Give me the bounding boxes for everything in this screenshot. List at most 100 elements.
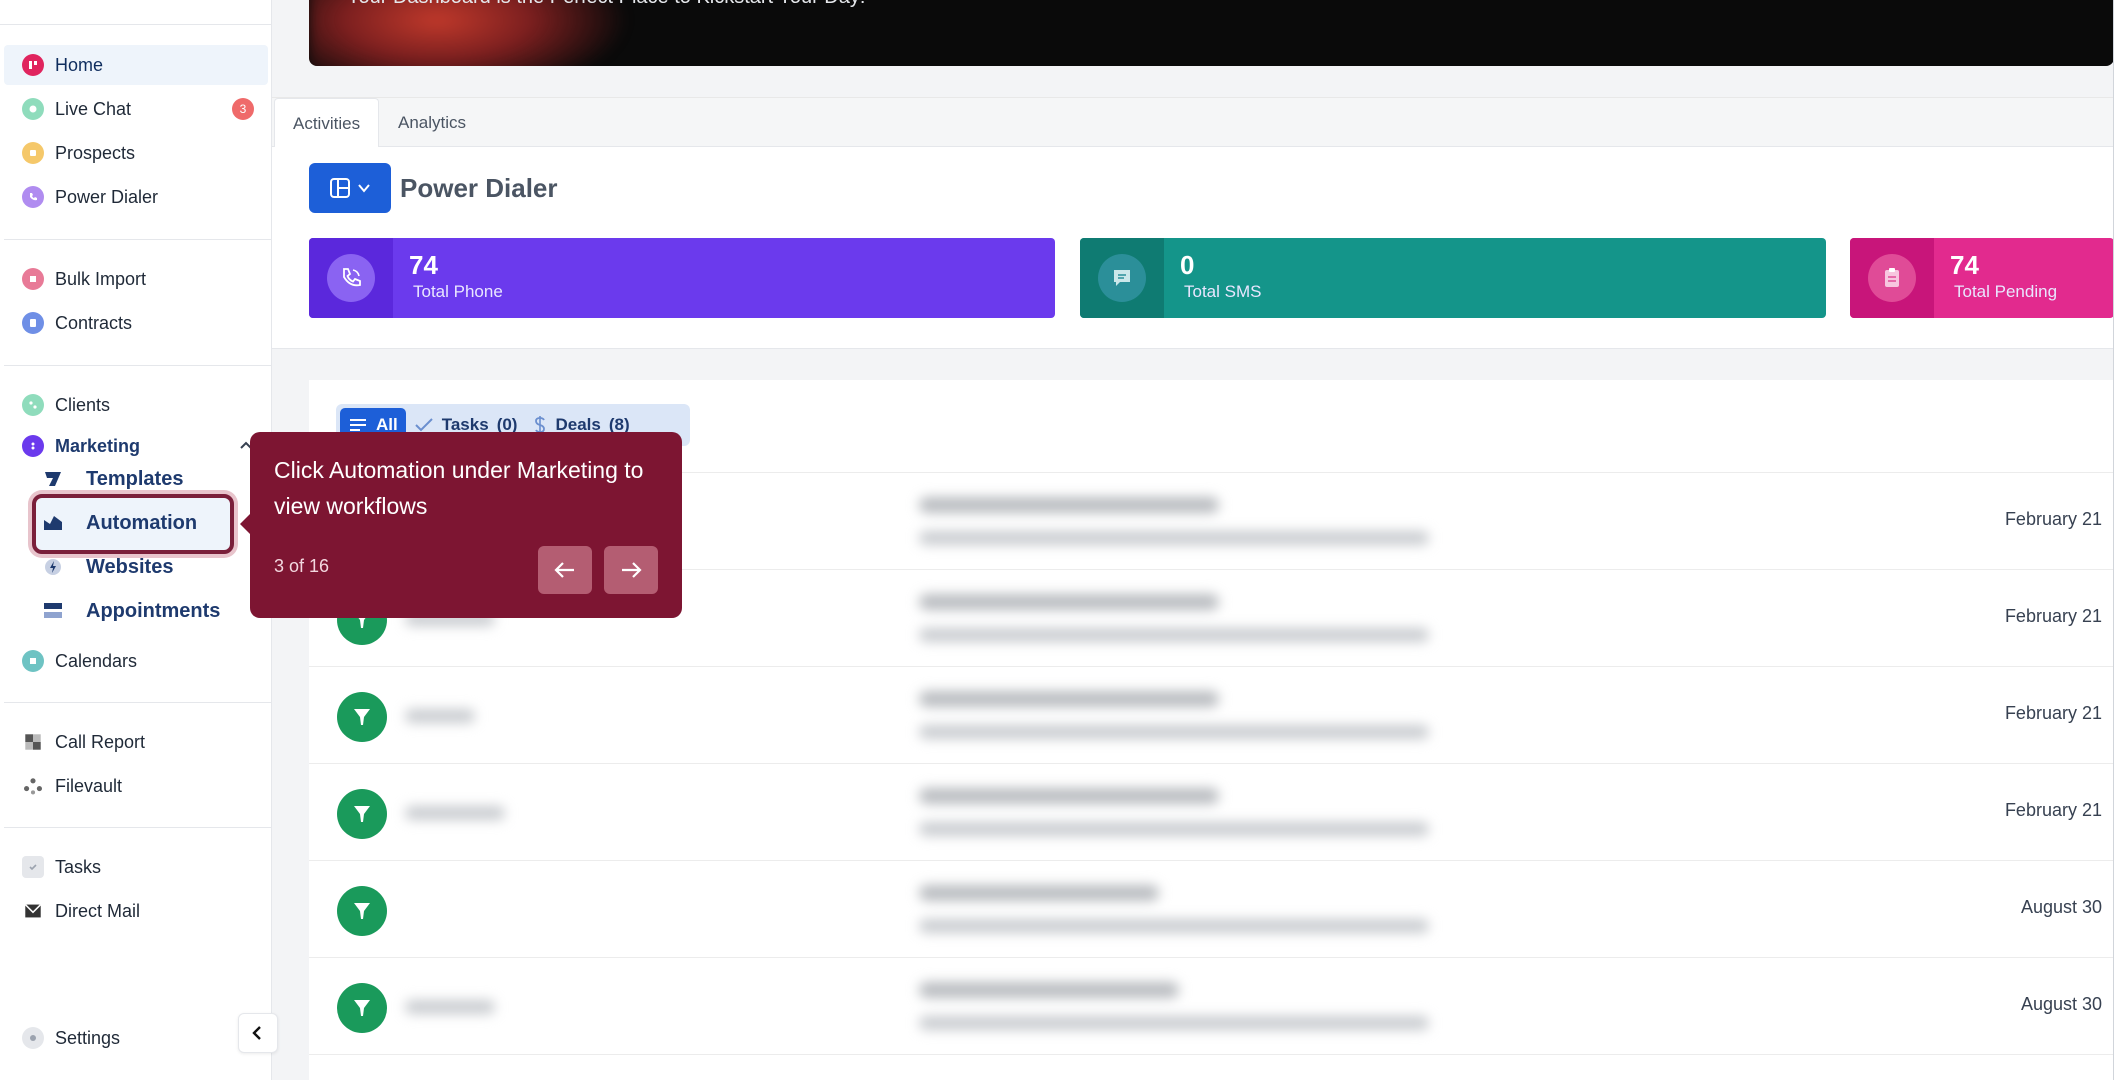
sidebar-item-label: Direct Mail — [55, 900, 141, 921]
sidebar-divider — [4, 365, 272, 366]
sms-icon — [1098, 254, 1146, 302]
sidebar-item-label: Call Report — [55, 731, 146, 752]
activity-date: February 21 — [2004, 606, 2102, 626]
blurred-activity-title — [919, 982, 1179, 998]
activity-avatar — [337, 886, 387, 936]
marketing-icon — [22, 435, 44, 457]
sidebar-item-tasks[interactable]: Tasks — [4, 847, 268, 887]
stat-card-total-pending[interactable]: 74 Total Pending — [1850, 238, 2114, 318]
walkthrough-tooltip: Click Automation under Marketing to view… — [240, 432, 682, 618]
blurred-activity-title — [919, 885, 1159, 901]
sidebar-top-divider — [0, 24, 272, 25]
sidebar-item-home[interactable]: Home — [4, 45, 268, 85]
stat-icon-strip — [309, 238, 393, 318]
tooltip-next-button[interactable] — [604, 546, 658, 594]
blurred-activity-detail — [919, 725, 1429, 739]
tab-activities[interactable]: Activities — [274, 98, 380, 148]
templates-icon — [42, 469, 64, 489]
blurred-contact-name — [405, 1000, 495, 1014]
sidebar-item-label: Power Dialer — [55, 186, 159, 207]
sidebar-item-calendars[interactable]: Calendars — [4, 641, 268, 681]
blurred-activity-detail — [919, 822, 1429, 836]
layout-switcher-button[interactable] — [309, 163, 391, 213]
home-icon — [22, 54, 44, 76]
activity-avatar — [337, 983, 387, 1033]
sidebar-subitem-appointments[interactable]: Appointments — [30, 591, 230, 631]
dashboard-tabs: Activities Analytics — [272, 97, 2114, 148]
tooltip-step-counter: 3 of 16 — [274, 556, 330, 576]
sidebar-item-live-chat[interactable]: Live Chat 3 — [4, 89, 268, 129]
sidebar-item-label: Tasks — [55, 856, 102, 877]
appointments-icon — [42, 601, 64, 621]
sidebar-item-filevault[interactable]: Filevault — [4, 766, 268, 806]
activity-date: February 21 — [2004, 800, 2102, 820]
activity-row[interactable]: August 30 — [309, 861, 2114, 958]
sidebar-item-label: Filevault — [55, 775, 123, 796]
sidebar-item-label: Bulk Import — [55, 268, 147, 289]
power-dialer-panel: Power Dialer 74 Total Phone 0 Total SMS — [272, 147, 2114, 349]
blurred-activity-title — [919, 691, 1219, 707]
sidebar-item-label: Settings — [55, 1027, 121, 1048]
check-icon — [415, 418, 433, 432]
contracts-icon — [22, 312, 44, 334]
blurred-activity-title — [919, 497, 1219, 513]
chat-icon — [22, 98, 44, 120]
prospects-icon — [22, 142, 44, 164]
report-icon — [22, 731, 44, 753]
calendar-icon — [22, 650, 44, 672]
automation-icon — [42, 513, 64, 533]
activity-date: August 30 — [2020, 994, 2102, 1014]
blurred-activity-title — [919, 788, 1219, 804]
power-dialer-title: Power Dialer — [400, 173, 558, 203]
welcome-banner: Your Dashboard is the Perfect Place to K… — [309, 0, 2114, 66]
tab-analytics[interactable]: Analytics — [380, 98, 484, 148]
sidebar-item-contracts[interactable]: Contracts — [4, 303, 268, 343]
activity-row[interactable]: February 21 — [309, 667, 2114, 764]
activity-row[interactable]: August 30 — [309, 958, 2114, 1055]
activity-avatar — [337, 789, 387, 839]
funnel-icon — [354, 806, 370, 822]
sidebar-item-prospects[interactable]: Prospects — [4, 133, 268, 173]
sidebar-item-clients[interactable]: Clients — [4, 385, 268, 425]
activity-date: February 21 — [2004, 703, 2102, 723]
stat-value: 74 — [1950, 250, 1979, 280]
chevron-left-icon — [252, 1026, 261, 1040]
stat-icon-strip — [1850, 238, 1934, 318]
sidebar-item-label: Clients — [55, 394, 111, 415]
stat-label: Total SMS — [1184, 282, 1262, 301]
unread-badge: 3 — [232, 98, 254, 120]
sidebar-divider — [4, 702, 272, 703]
sidebar-subitem-label: Templates — [86, 467, 184, 490]
chevron-down-icon — [358, 184, 370, 193]
blurred-activity-detail — [919, 919, 1429, 933]
blurred-contact-name — [405, 806, 505, 820]
tooltip-previous-button[interactable] — [538, 546, 592, 594]
stat-card-total-phone[interactable]: 74 Total Phone — [309, 238, 1055, 318]
sidebar-item-direct-mail[interactable]: Direct Mail — [4, 891, 268, 931]
banner-glow — [309, 0, 629, 66]
tasks-icon — [22, 856, 44, 878]
sidebar: Home Live Chat 3 Prospects Power Dialer … — [0, 0, 272, 1080]
sidebar-item-bulk-import[interactable]: Bulk Import — [4, 259, 268, 299]
clients-icon — [22, 394, 44, 416]
sidebar-divider — [4, 827, 272, 828]
sidebar-subitem-automation[interactable]: Automation — [30, 503, 230, 543]
sidebar-subitem-websites[interactable]: Websites — [30, 547, 230, 587]
sidebar-subitem-templates[interactable]: Templates — [30, 459, 230, 499]
tooltip-message: Click Automation under Marketing to view… — [274, 457, 644, 519]
sidebar-item-label: Marketing — [55, 435, 141, 456]
activity-date: February 21 — [2004, 509, 2102, 529]
sidebar-item-call-report[interactable]: Call Report — [4, 722, 268, 762]
stat-card-total-sms[interactable]: 0 Total SMS — [1080, 238, 1826, 318]
sidebar-item-settings[interactable]: Settings — [4, 1018, 268, 1058]
stat-label: Total Pending — [1954, 282, 2058, 301]
sidebar-item-label: Home — [55, 54, 104, 75]
blurred-activity-detail — [919, 628, 1429, 642]
websites-icon — [42, 557, 64, 577]
import-icon — [22, 268, 44, 290]
activity-row[interactable]: February 21 — [309, 764, 2114, 861]
funnel-icon — [354, 903, 370, 919]
sidebar-item-power-dialer[interactable]: Power Dialer — [4, 177, 268, 217]
arrow-right-icon — [622, 562, 642, 578]
funnel-icon — [354, 709, 370, 725]
